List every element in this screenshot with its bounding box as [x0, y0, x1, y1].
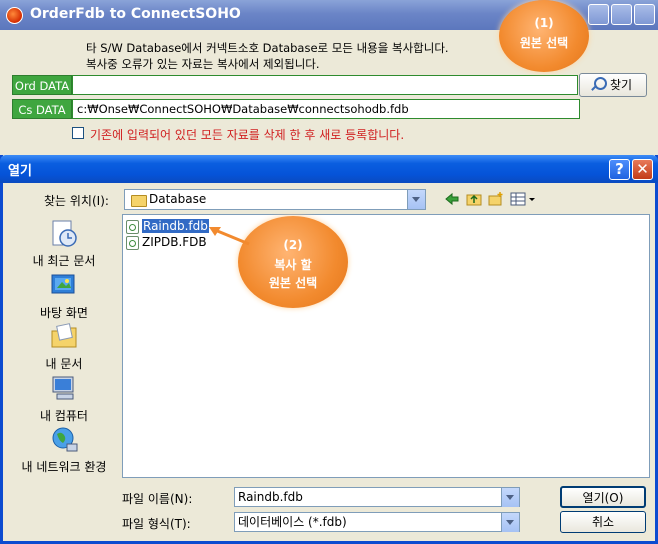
callout-step1: (1) 원본 선택 [499, 0, 589, 72]
back-arrow-icon[interactable] [444, 191, 460, 207]
desktop-icon [49, 271, 79, 301]
find-button-label: 찾기 [609, 78, 633, 92]
chevron-down-icon[interactable] [501, 488, 519, 507]
look-in-label: 찾는 위치(I): [44, 194, 109, 208]
place-my-computer[interactable]: 내 컴퓨터 [14, 374, 114, 424]
up-folder-icon[interactable] [466, 191, 482, 207]
callout-step1-number: (1) [534, 16, 554, 30]
file-name: ZIPDB.FDB [142, 235, 207, 249]
callout-step1-text: 원본 선택 [519, 36, 569, 50]
recent-documents-icon [49, 219, 79, 249]
place-my-computer-label: 내 컴퓨터 [40, 409, 88, 423]
look-in-dropdown[interactable]: Database [124, 189, 426, 210]
place-my-documents[interactable]: 내 문서 [14, 322, 114, 372]
dialog-title: 열기 [8, 164, 32, 179]
chevron-down-icon[interactable] [501, 513, 519, 532]
info-message-line1: 타 S/W Database에서 커넥트소호 Database로 모든 내용을 … [86, 41, 449, 55]
folder-icon [131, 195, 147, 207]
callout-step2-text-line1: 복사 할 [274, 258, 312, 272]
info-message-line2: 복사중 오류가 있는 자료는 복사에서 제외됩니다. [86, 57, 320, 71]
callout-arrow [209, 227, 250, 246]
place-recent-documents[interactable]: 내 최근 문서 [14, 219, 114, 269]
dialog-titlebar[interactable]: 열기 [0, 155, 658, 183]
callout-step2: (2) 복사 할 원본 선택 [238, 216, 348, 308]
view-menu-icon[interactable] [510, 191, 536, 207]
maximize-button[interactable] [611, 4, 632, 25]
place-my-documents-label: 내 문서 [45, 357, 83, 371]
minimize-button[interactable] [588, 4, 609, 25]
filename-label: 파일 이름(N): [122, 492, 193, 506]
place-network[interactable]: 내 네트워크 환경 [14, 425, 114, 475]
app-icon [6, 7, 23, 24]
cs-data-field[interactable]: c:₩Onse₩ConnectSOHO₩Database₩connectsoho… [72, 99, 580, 119]
back-window-title: OrderFdb to ConnectSOHO [30, 6, 241, 22]
ord-data-label: Ord DATA [12, 75, 72, 95]
my-documents-icon [49, 322, 79, 352]
filetype-label: 파일 형식(T): [122, 517, 191, 531]
look-in-value: Database [149, 192, 207, 206]
close-button[interactable]: ✕ [632, 159, 653, 180]
database-file-icon [126, 220, 139, 234]
cancel-button[interactable]: 취소 [560, 511, 646, 533]
open-button[interactable]: 열기(O) [560, 486, 646, 508]
file-list[interactable] [122, 214, 650, 478]
new-folder-icon[interactable] [488, 191, 504, 207]
database-file-icon [126, 236, 139, 250]
chevron-down-icon[interactable] [407, 190, 425, 209]
filename-value: Raindb.fdb [238, 490, 303, 504]
ord-data-field[interactable] [72, 75, 578, 95]
place-desktop-label: 바탕 화면 [40, 306, 88, 320]
find-button[interactable]: 찾기 [579, 73, 647, 97]
file-item-raindb[interactable]: Raindb.fdb [124, 218, 210, 234]
callout-step2-number: (2) [283, 238, 303, 252]
network-places-icon [49, 425, 79, 455]
filetype-select[interactable]: 데이터베이스 (*.fdb) [234, 512, 520, 532]
place-desktop[interactable]: 바탕 화면 [14, 271, 114, 321]
cs-data-label: Cs DATA [12, 99, 72, 119]
filetype-value: 데이터베이스 (*.fdb) [238, 515, 347, 529]
filename-input[interactable]: Raindb.fdb [234, 487, 520, 507]
help-button[interactable]: ? [609, 159, 630, 180]
delete-existing-label: 기존에 입력되어 있던 모든 자료를 삭제 한 후 새로 등록합니다. [90, 128, 405, 142]
file-name: Raindb.fdb [141, 218, 210, 234]
place-network-label: 내 네트워크 환경 [21, 460, 107, 474]
file-item-zipdb[interactable]: ZIPDB.FDB [124, 235, 207, 250]
my-computer-icon [49, 374, 79, 404]
callout-step2-text-line2: 원본 선택 [268, 276, 318, 290]
back-close-button[interactable] [634, 4, 655, 25]
magnifier-icon [593, 77, 607, 90]
place-recent-documents-label: 내 최근 문서 [32, 254, 96, 268]
delete-existing-checkbox[interactable] [72, 127, 84, 139]
